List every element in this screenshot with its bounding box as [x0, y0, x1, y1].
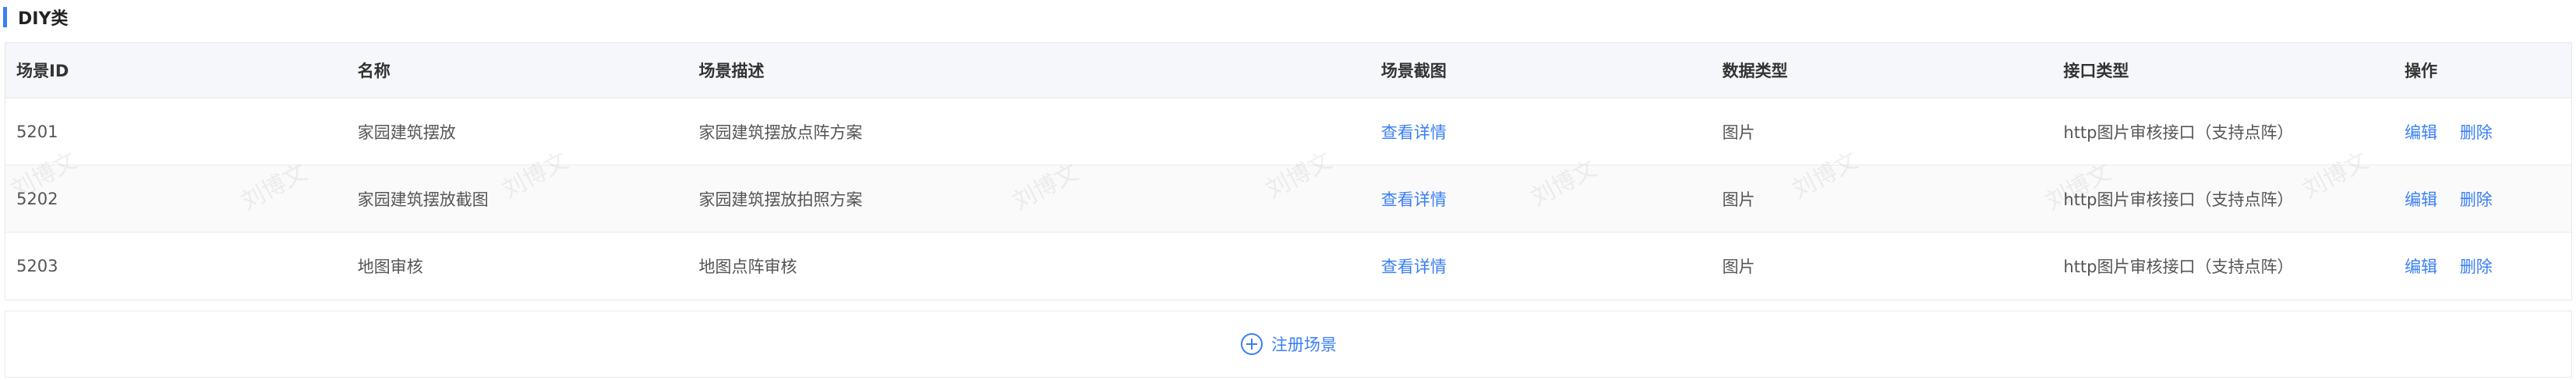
header-data-type: 数据类型 — [1722, 62, 1788, 80]
plus-circle-icon — [1240, 332, 1263, 356]
section-title: DIY类 — [18, 9, 69, 29]
cell-scene-id: 5201 — [16, 122, 58, 141]
register-scene-button[interactable]: 注册场景 — [5, 311, 2572, 378]
view-details-link[interactable]: 查看详情 — [1381, 190, 1447, 209]
header-name: 名称 — [357, 62, 390, 80]
cell-api-type: http图片审核接口（支持点阵） — [2063, 257, 2294, 276]
cell-api-type: http图片审核接口（支持点阵） — [2063, 123, 2294, 142]
table-row: 5203 地图审核 地图点阵审核 查看详情 图片 http图片审核接口（支持点阵… — [5, 233, 2571, 300]
table-header-row: 场景ID 名称 场景描述 场景截图 数据类型 接口类型 操作 — [5, 43, 2571, 98]
cell-name: 家园建筑摆放截图 — [357, 190, 489, 209]
edit-link[interactable]: 编辑 — [2405, 257, 2437, 276]
cell-scene-id: 5202 — [16, 189, 58, 208]
register-scene-label: 注册场景 — [1271, 336, 1337, 354]
header-screenshot: 场景截图 — [1380, 62, 1447, 80]
cell-description: 家园建筑摆放拍照方案 — [698, 190, 863, 209]
cell-description: 地图点阵审核 — [698, 257, 797, 276]
cell-name: 地图审核 — [357, 257, 423, 276]
scene-table: 场景ID 名称 场景描述 场景截图 数据类型 接口类型 操作 5201 家园建筑… — [5, 42, 2572, 300]
cell-scene-id: 5203 — [16, 257, 58, 275]
edit-link[interactable]: 编辑 — [2405, 190, 2437, 209]
cell-name: 家园建筑摆放 — [357, 123, 456, 142]
cell-api-type: http图片审核接口（支持点阵） — [2063, 190, 2294, 209]
cell-data-type: 图片 — [1722, 123, 1755, 142]
edit-link[interactable]: 编辑 — [2405, 123, 2437, 142]
header-scene-id: 场景ID — [16, 62, 69, 80]
view-details-link[interactable]: 查看详情 — [1381, 123, 1447, 142]
page: DIY类 场景ID 名称 场景描述 场景截图 数据类型 接口类型 操作 5201… — [0, 0, 2576, 380]
section-accent-bar — [3, 7, 7, 27]
table-row: 5201 家园建筑摆放 家园建筑摆放点阵方案 查看详情 图片 http图片审核接… — [5, 98, 2571, 165]
section-header: DIY类 — [3, 3, 68, 31]
cell-description: 家园建筑摆放点阵方案 — [698, 123, 863, 142]
header-actions: 操作 — [2405, 62, 2438, 80]
delete-link[interactable]: 删除 — [2460, 190, 2493, 209]
cell-data-type: 图片 — [1722, 257, 1755, 276]
view-details-link[interactable]: 查看详情 — [1381, 257, 1447, 276]
delete-link[interactable]: 删除 — [2460, 123, 2493, 142]
cell-data-type: 图片 — [1722, 190, 1755, 209]
delete-link[interactable]: 删除 — [2460, 257, 2493, 276]
header-api-type: 接口类型 — [2063, 62, 2129, 80]
header-description: 场景描述 — [698, 62, 765, 80]
table-row: 5202 家园建筑摆放截图 家园建筑摆放拍照方案 查看详情 图片 http图片审… — [5, 165, 2571, 233]
